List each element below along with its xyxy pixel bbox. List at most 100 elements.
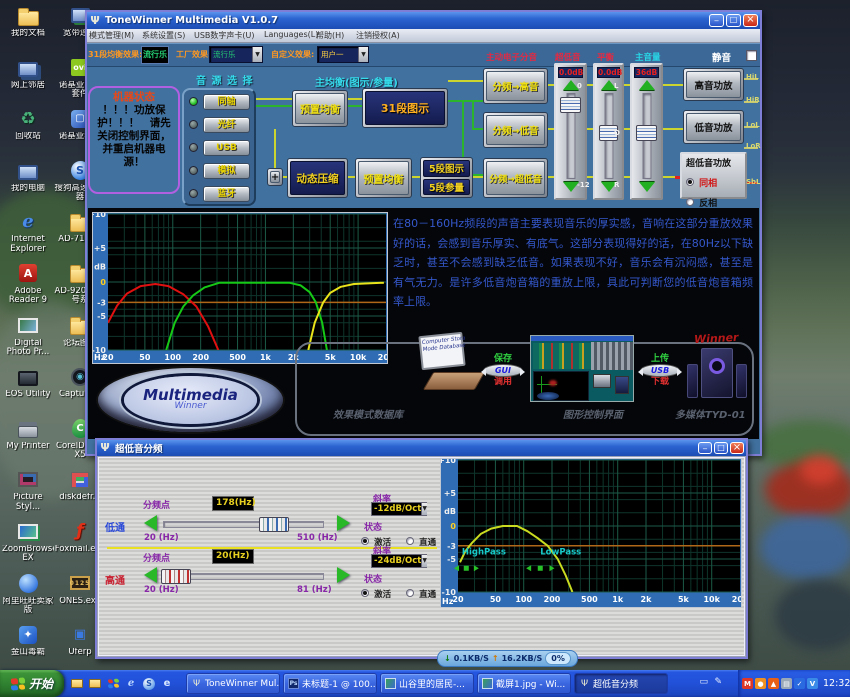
machine-status-box: 机器状态 ！！！功放保护！！！ 请先关闭控制界面，并重启机器电源！: [88, 86, 180, 194]
highpass-bypass-radio[interactable]: 直通: [406, 582, 436, 601]
gui-pill[interactable]: GUI: [483, 364, 523, 377]
desktop-icon-ZoomBrowser-EX[interactable]: ZoomBrowser EX: [2, 519, 54, 571]
messenger-icon[interactable]: M: [742, 678, 753, 689]
sum-node-button[interactable]: +: [270, 171, 280, 183]
source-button-1[interactable]: 同轴: [203, 94, 250, 110]
menu-item-4[interactable]: Languages(L): [264, 30, 318, 39]
custom-effect-select[interactable]: 用户一 ▼: [317, 46, 369, 63]
lowpass-decrease-arrow[interactable]: [144, 515, 157, 531]
network-speed-widget[interactable]: ↓ 0.1KB/S ↑ 16.2KB/S 0%: [437, 650, 578, 667]
desktop-icon-EOS-Utility[interactable]: EOS Utility: [2, 364, 54, 416]
close-button[interactable]: [743, 14, 758, 27]
folder-icon[interactable]: [88, 677, 102, 691]
dialog-titlebar[interactable]: Ψ 超低音分频: [97, 440, 746, 456]
xover-to-low-button[interactable]: 分频→低音: [486, 115, 545, 145]
sogou-icon[interactable]: S: [142, 677, 156, 691]
desktop-icon-我的文档[interactable]: 我的文档: [2, 3, 54, 55]
desktop-icon-金山毒霸[interactable]: ✦金山毒霸: [2, 622, 54, 674]
ime-pen-icon[interactable]: ✎: [714, 677, 722, 687]
menu-item-3[interactable]: USB数字声卡(U): [194, 30, 255, 41]
highpass-decrease-arrow[interactable]: [144, 567, 157, 583]
desktop-icon-回收站[interactable]: ♻回收站: [2, 106, 54, 158]
preset-eq2-button[interactable]: 预置均衡: [358, 161, 409, 195]
highpass-increase-arrow[interactable]: [337, 567, 350, 583]
menu-item-2[interactable]: 系统设置(S): [142, 30, 185, 41]
update-icon[interactable]: ●: [755, 678, 766, 689]
media-icon[interactable]: e: [160, 677, 174, 691]
maximize-button[interactable]: [726, 14, 741, 27]
ime-keyboard-icon[interactable]: ▭: [699, 677, 708, 687]
task-button-3[interactable]: 山谷里的居民-...: [380, 673, 474, 694]
preset-eq-button[interactable]: 预置均衡: [295, 93, 345, 124]
desktop-icon-网上邻居[interactable]: 网上邻居: [2, 55, 54, 107]
start-button[interactable]: 开始: [0, 670, 64, 697]
graphic31-button[interactable]: 31段图示: [365, 91, 445, 125]
start-label: 开始: [29, 675, 53, 692]
source-button-5[interactable]: 蓝牙: [203, 186, 250, 202]
menu-item-1[interactable]: 模式管理(M): [89, 30, 134, 41]
dialog-minimize-button[interactable]: [698, 442, 712, 454]
phase-out-radio[interactable]: [686, 198, 694, 206]
lowpass-slider-track[interactable]: [163, 521, 324, 528]
lowpass-slider-thumb[interactable]: [259, 517, 289, 532]
desktop-icon-阿里旺旺卖家版[interactable]: 阿里旺旺卖家版: [2, 571, 54, 623]
folder-icon[interactable]: [70, 677, 84, 691]
high-amp-frame: 高音功放: [683, 68, 744, 101]
lowpass-slope-select[interactable]: -12dB/Oct ▼: [371, 502, 427, 516]
master-volume-thumb[interactable]: [636, 125, 657, 141]
highpass-slider-thumb[interactable]: [161, 569, 191, 584]
highpass-slope-select[interactable]: -24dB/Oct ▼: [371, 554, 427, 568]
source-select-header: 音 源 选 择: [196, 72, 253, 87]
gui-save-control[interactable]: 保存 GUI 调用: [480, 354, 526, 387]
dialog-maximize-button[interactable]: [714, 442, 728, 454]
mute-checkbox[interactable]: [746, 50, 757, 61]
chevron-down-icon[interactable]: ▼: [358, 47, 368, 62]
source-button-3[interactable]: USB: [203, 140, 250, 156]
main-titlebar[interactable]: Ψ ToneWinner Multimedia V1.0.7: [87, 12, 760, 29]
high-amp-button[interactable]: 高音功放: [686, 71, 741, 98]
desktop-icon-我的电脑[interactable]: 我的电脑: [2, 158, 54, 210]
desktop-icon-Picture-Styl-[interactable]: Picture Styl...: [2, 467, 54, 519]
minimize-button[interactable]: [709, 14, 724, 27]
chevron-down-icon[interactable]: ▼: [252, 47, 262, 62]
lowpass-increase-arrow[interactable]: [337, 515, 350, 531]
task-button-4[interactable]: 截屏1.jpg - Wi...: [477, 673, 571, 694]
highpass-active-radio[interactable]: 激活: [361, 582, 391, 601]
desktop-icon-My-Printer[interactable]: My Printer: [2, 416, 54, 468]
desktop-icon-label: Adobe Reader 9: [2, 287, 54, 306]
menu-item-6[interactable]: 注销授权(A): [356, 30, 400, 41]
factory-effect-select[interactable]: 流行乐 ▼: [209, 46, 263, 63]
phase-in-radio[interactable]: [686, 178, 694, 186]
subwoofer-level-thumb[interactable]: [560, 97, 581, 113]
dialog-close-button[interactable]: [730, 442, 744, 454]
task-button-2[interactable]: Ps未标题-1 @ 100...: [283, 673, 377, 694]
desktop-icon-Digital-Photo-Pr-[interactable]: Digital Photo Pr...: [2, 313, 54, 365]
ie-icon[interactable]: e: [124, 677, 138, 691]
chevron-down-icon[interactable]: ▼: [421, 555, 427, 567]
band5-param-button[interactable]: 5段参量: [423, 179, 470, 196]
vpn-icon[interactable]: V: [807, 678, 818, 689]
antivirus-shield-icon[interactable]: ✓: [794, 678, 805, 689]
task-button-5[interactable]: Ψ超低音分频: [574, 673, 668, 694]
source-button-2[interactable]: 光纤: [203, 117, 250, 133]
usb-upload-control[interactable]: 上传 USB 下载: [637, 354, 683, 387]
master-volume-down-arrow-icon[interactable]: [639, 182, 655, 192]
desktop-icon-Internet-Explorer[interactable]: eInternet Explorer: [2, 209, 54, 261]
band5-graphic-button[interactable]: 5段图示: [423, 160, 470, 177]
usb-pill[interactable]: USB: [640, 364, 680, 377]
source-button-4[interactable]: 模拟: [203, 163, 250, 179]
chevron-down-icon[interactable]: ▼: [421, 503, 427, 515]
usage-percent: 0%: [545, 652, 571, 665]
dynamic-compression-button[interactable]: 动态压缩: [290, 161, 345, 195]
low-amp-button[interactable]: 低音功放: [686, 113, 741, 141]
desktop-icon-Adobe-Reader-9[interactable]: AAdobe Reader 9: [2, 261, 54, 313]
xover-to-high-button[interactable]: 分频→高音: [486, 71, 545, 101]
menu-item-5[interactable]: 帮助(H): [316, 30, 344, 41]
balance-scale-label: O: [614, 129, 620, 137]
xover-to-sub-button[interactable]: 分频→超低音: [486, 161, 545, 195]
security-shield-icon[interactable]: ▲: [768, 678, 779, 689]
windows-icon[interactable]: [106, 677, 120, 691]
hardware-icon[interactable]: ▤: [781, 678, 792, 689]
task-button-1[interactable]: ΨToneWinner Mul...: [186, 673, 280, 694]
master-volume-up-arrow-icon[interactable]: [639, 80, 655, 90]
